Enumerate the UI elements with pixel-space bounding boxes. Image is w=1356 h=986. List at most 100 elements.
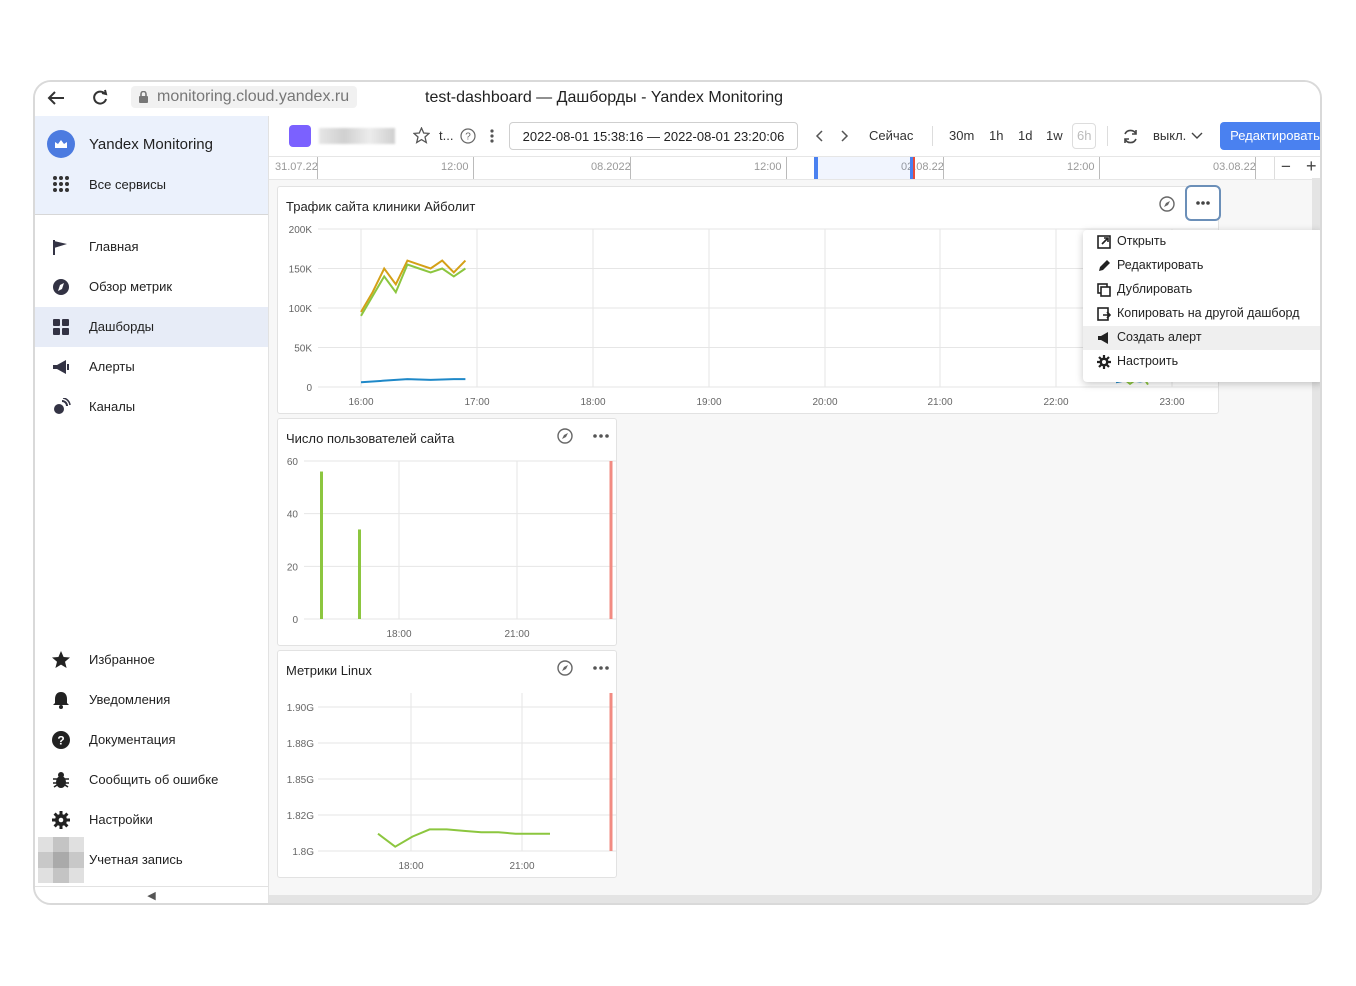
sidebar-item-settings[interactable]: Настройки	[35, 800, 268, 840]
satellite-icon	[54, 398, 71, 414]
dashboard-icon	[53, 319, 69, 335]
timeline-tick	[1099, 157, 1100, 179]
url-text: monitoring.cloud.yandex.ru	[157, 88, 350, 105]
all-services-link[interactable]: Все сервисы	[89, 177, 166, 192]
x-tick-label: 20:00	[812, 397, 837, 408]
open-icon	[1097, 235, 1111, 249]
app-name[interactable]: Yandex Monitoring	[89, 136, 213, 153]
menu-item-create-alert[interactable]: Создать алерт	[1083, 326, 1320, 350]
zoom-out-button[interactable]: −	[1281, 157, 1291, 177]
chevron-left-icon[interactable]	[815, 129, 825, 143]
panel-traffic: Трафик сайта клиники Айболит 0 50K 100K 150…	[277, 185, 1221, 414]
range-30m[interactable]: 30m	[949, 128, 974, 143]
sidebar-item-dashboards[interactable]: Дашборды	[35, 307, 268, 347]
sidebar-item-alerts[interactable]: Алерты	[35, 347, 268, 387]
refresh-icon[interactable]	[1122, 128, 1139, 145]
timeline-navigator[interactable]: 31.07.22 12:00 08.2022 12:00 02.08.22 12…	[269, 156, 1320, 180]
x-tick-label: 22:00	[1043, 397, 1068, 408]
copy-icon	[1097, 307, 1111, 321]
chevron-down-icon[interactable]	[1191, 132, 1203, 140]
timeline-label: 03.08.22	[1213, 161, 1256, 173]
reload-icon[interactable]	[89, 87, 111, 109]
time-range-field[interactable]: 2022-08-01 15:38:16 — 2022-08-01 23:20:0…	[509, 122, 798, 150]
menu-item-copy-to-dashboard[interactable]: Копировать на другой дашборд	[1083, 302, 1320, 326]
users-chart[interactable]: 0 20 40 60 18:00 21:00	[278, 449, 616, 645]
grid-icon	[53, 176, 69, 192]
x-tick-label: 17:00	[464, 397, 489, 408]
svg-text:?: ?	[465, 132, 471, 143]
menu-item-edit[interactable]: Редактировать	[1083, 254, 1320, 278]
horizontal-scrollbar[interactable]	[269, 895, 1312, 903]
sidebar-item-label: Настройки	[89, 812, 153, 827]
compass-icon[interactable]	[1158, 195, 1176, 213]
menu-item-label: Создать алерт	[1117, 330, 1202, 344]
edit-button[interactable]: Редактировать	[1220, 122, 1320, 150]
more-icon[interactable]	[592, 427, 610, 445]
timeline-label: 12:00	[754, 161, 782, 173]
bar	[320, 471, 323, 619]
star-outline-icon[interactable]	[413, 127, 430, 144]
refresh-interval-select[interactable]: выкл.	[1153, 128, 1186, 143]
more-icon[interactable]	[592, 659, 610, 677]
menu-item-duplicate[interactable]: Дублировать	[1083, 278, 1320, 302]
y-tick-label: 200K	[289, 225, 313, 236]
sidebar-item-label: Документация	[89, 732, 176, 747]
compass-icon[interactable]	[556, 427, 574, 445]
timeline-tick	[786, 157, 787, 179]
traffic-chart[interactable]: 0 50K 100K 150K 200K 16:00 17:00 18:00 19:00 20:0…	[278, 217, 1218, 413]
kebab-menu-icon[interactable]	[489, 128, 495, 144]
menu-item-open[interactable]: Открыть	[1083, 230, 1320, 254]
range-6h: 6h	[1077, 128, 1092, 143]
compass-icon[interactable]	[556, 659, 574, 677]
range-6h-box[interactable]: 6h	[1072, 123, 1096, 149]
range-1h[interactable]: 1h	[989, 128, 1003, 143]
sidebar-item-favorites[interactable]: Избранное	[35, 640, 268, 680]
megaphone-icon	[1098, 332, 1108, 344]
dashboard-name-short[interactable]: t...	[439, 128, 453, 143]
y-tick-label: 1.90G	[287, 703, 314, 714]
x-tick-label: 23:00	[1159, 397, 1184, 408]
chevron-right-icon[interactable]	[839, 129, 849, 143]
panel-users: Число пользователей сайта 0 20 40 60 18:00 21…	[277, 418, 617, 646]
sidebar-item-report-bug[interactable]: Сообщить об ошибке	[35, 760, 268, 800]
panel-more-button[interactable]	[1185, 185, 1221, 221]
linux-chart[interactable]: 1.8G 1.82G 1.85G 1.88G 1.90G 18:00 21:00	[278, 681, 616, 877]
help-icon[interactable]: ?	[460, 128, 476, 144]
panel-title: Число пользователей сайта	[286, 431, 455, 446]
collapse-sidebar-button[interactable]: ◀	[35, 886, 268, 903]
now-button[interactable]: Сейчас	[869, 128, 913, 143]
range-1w[interactable]: 1w	[1046, 128, 1063, 143]
panel-context-menu: Открыть Редактировать Дублировать Копиро…	[1083, 230, 1320, 382]
sidebar-item-home[interactable]: Главная	[35, 227, 268, 267]
menu-item-configure[interactable]: Настроить	[1083, 350, 1320, 374]
zoom-in-button[interactable]: +	[1306, 156, 1317, 177]
sidebar-item-metrics[interactable]: Обзор метрик	[35, 267, 268, 307]
back-icon[interactable]	[45, 87, 67, 109]
range-1d[interactable]: 1d	[1018, 128, 1032, 143]
timeline-handle-left[interactable]	[814, 157, 818, 179]
sidebar-item-label: Сообщить об ошибке	[89, 772, 219, 787]
sidebar-item-label: Учетная запись	[89, 852, 183, 867]
compass-icon	[53, 279, 69, 295]
sidebar-header: Yandex Monitoring Все сервисы	[35, 116, 268, 215]
menu-item-label: Редактировать	[1117, 258, 1204, 272]
bar	[358, 529, 361, 619]
logo[interactable]	[47, 130, 75, 158]
x-tick-label: 18:00	[580, 397, 605, 408]
series-line	[377, 828, 550, 848]
sidebar-item-channels[interactable]: Каналы	[35, 387, 268, 427]
y-tick-label: 100K	[289, 304, 313, 315]
sidebar-item-label: Обзор метрик	[89, 279, 173, 294]
divider	[1274, 157, 1275, 179]
sidebar-item-docs[interactable]: ? Документация	[35, 720, 268, 760]
timeline-selection[interactable]	[814, 157, 913, 179]
dashboard-icon	[289, 125, 311, 147]
sidebar-item-notifications[interactable]: Уведомления	[35, 680, 268, 720]
dashboard-toolbar: t... ? 2022-08-01 15:38:16 — 2022-08-01 …	[269, 116, 1320, 156]
address-bar[interactable]: monitoring.cloud.yandex.ru	[131, 86, 358, 108]
more-icon	[1196, 201, 1210, 205]
y-tick-label: 1.88G	[287, 739, 314, 750]
sidebar-item-account[interactable]: Учетная запись	[35, 837, 268, 883]
sidebar-item-label: Дашборды	[89, 319, 154, 334]
lock-icon	[139, 91, 148, 103]
